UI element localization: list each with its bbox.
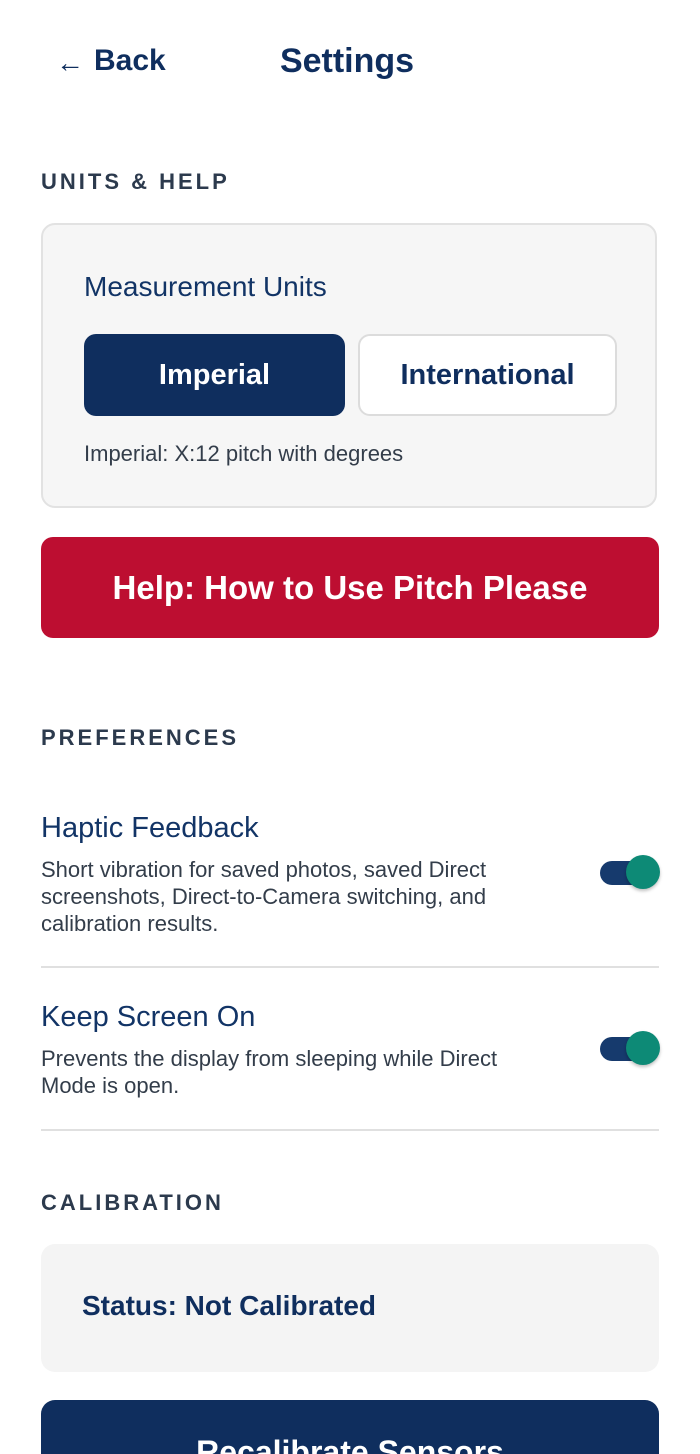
measurement-units-title: Measurement Units <box>84 271 327 302</box>
toggle-knob <box>626 1031 660 1065</box>
haptic-feedback-title: Haptic Feedback <box>41 812 259 844</box>
imperial-option-button[interactable]: Imperial <box>84 334 345 416</box>
settings-screen: ← Back Settings UNITS & HELP Measurement… <box>0 0 700 1454</box>
international-option-button[interactable]: International <box>358 334 617 416</box>
divider <box>41 966 659 968</box>
haptic-feedback-toggle[interactable] <box>600 855 660 889</box>
haptic-feedback-description: Short vibration for saved photos, saved … <box>41 857 487 936</box>
measurement-units-card: Measurement Units Imperial International… <box>41 223 657 508</box>
page-title: Settings <box>279 42 415 80</box>
keep-screen-on-description: Prevents the display from sleeping while… <box>41 1046 498 1098</box>
divider <box>41 1129 659 1131</box>
section-header-units-help: UNITS & HELP <box>41 169 230 194</box>
help-button[interactable]: Help: How to Use Pitch Please <box>41 537 659 638</box>
keep-screen-on-title: Keep Screen On <box>41 1001 256 1033</box>
preference-row-keep-screen-on: Keep Screen On Prevents the display from… <box>41 999 659 1099</box>
section-header-calibration: CALIBRATION <box>41 1190 224 1215</box>
recalibrate-sensors-button[interactable]: Recalibrate Sensors <box>41 1400 659 1454</box>
units-hint-text: Imperial: X:12 pitch with degrees <box>84 441 404 466</box>
preference-row-haptic-feedback: Haptic Feedback Short vibration for save… <box>41 810 659 937</box>
section-header-preferences: PREFERENCES <box>41 725 240 750</box>
calibration-status-text: Status: Not Calibrated <box>82 1290 377 1321</box>
keep-screen-on-toggle[interactable] <box>600 1031 660 1065</box>
calibration-status-card: Status: Not Calibrated <box>41 1244 659 1372</box>
toggle-knob <box>626 855 660 889</box>
